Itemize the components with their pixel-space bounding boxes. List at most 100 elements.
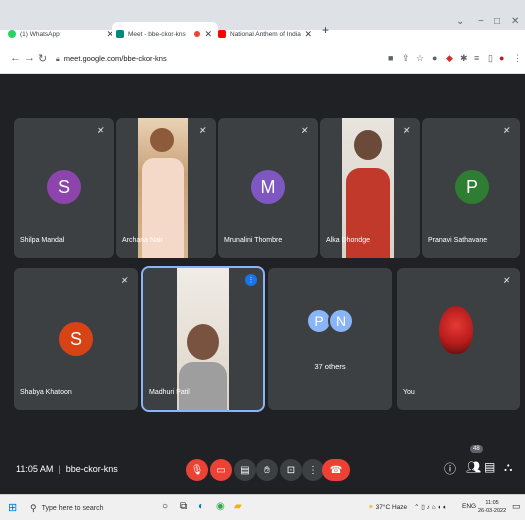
mic-muted-icon: ✕̸	[503, 276, 510, 285]
participant-tile[interactable]: ✕̸ M Mrunalini Thombre	[218, 118, 318, 258]
clock-date: 26-03-2022	[478, 508, 507, 514]
participant-tile[interactable]: ✕̸ S Shilpa Mandal	[14, 118, 114, 258]
camera-toggle-button[interactable]: ▭	[210, 459, 232, 481]
url-field[interactable]: 🔒︎ meet.google.com/bbe-ckor-kns	[56, 54, 167, 64]
meeting-time: 11:05 AM	[16, 464, 54, 474]
mic-muted-icon: ✕̸	[199, 126, 206, 135]
tab-whatsapp[interactable]: (1) WhatsApp ✕	[8, 22, 120, 46]
mic-muted-icon: ✕̸	[97, 126, 104, 135]
mic-off-icon: 🎙︎	[190, 464, 204, 476]
extension-red-icon[interactable]: ◆	[446, 53, 453, 64]
language-indicator[interactable]: ENG	[462, 503, 476, 510]
profile-avatar[interactable]: ●	[499, 53, 504, 63]
participant-name: You	[403, 389, 415, 396]
people-icon[interactable]: 👥︎	[466, 460, 481, 474]
meet-favicon-icon	[116, 30, 124, 38]
camera-off-icon: ▭	[216, 464, 226, 476]
activities-icon[interactable]: ⛬	[504, 460, 512, 475]
tab-search-chevron-icon[interactable]: ⌄	[456, 16, 464, 27]
share-icon[interactable]: ⇪	[402, 53, 410, 64]
address-bar: ← → ↻ 🔒︎ meet.google.com/bbe-ckor-kns ■ ⇪…	[0, 48, 525, 74]
body-shape	[179, 362, 227, 410]
media-control-icon[interactable]: ≡	[474, 53, 479, 63]
participant-tile[interactable]: ✕̸ Archana Nair	[116, 118, 216, 258]
tab-national-anthem[interactable]: National Anthem of India | 52 Se ✕	[218, 22, 318, 46]
present-icon: ⊡	[286, 464, 296, 476]
raise-hand-button[interactable]: ✋︎	[256, 459, 278, 481]
reload-icon[interactable]: ↻	[38, 52, 47, 65]
avatar: P	[455, 170, 489, 204]
face-shape	[150, 128, 174, 152]
participant-name: Madhuri Patil	[149, 389, 190, 396]
url-text: meet.google.com/bbe-ckor-kns	[63, 54, 167, 63]
hand-icon: ✋︎	[264, 464, 270, 476]
meet-stage: ✕̸ S Shilpa Mandal ✕̸ Archana Nair ✕̸ M …	[0, 74, 525, 494]
mic-muted-icon: ✕̸	[403, 126, 410, 135]
extensions-puzzle-icon[interactable]: ✱	[460, 53, 468, 64]
edge-icon[interactable]: ◐	[198, 501, 204, 512]
minimize-button[interactable]: −	[478, 16, 484, 27]
maximize-button[interactable]: □	[494, 16, 500, 27]
participants-count-badge: 48	[470, 445, 483, 453]
body-shape	[346, 168, 390, 258]
captions-icon: ▤	[240, 464, 250, 476]
notification-icon[interactable]: ▭	[512, 501, 521, 512]
search-placeholder: Type here to search	[41, 504, 104, 512]
browser-menu-icon[interactable]: ⋮	[513, 53, 522, 64]
more-options-button[interactable]: ⋮	[302, 459, 324, 481]
back-icon[interactable]: ←	[10, 52, 21, 64]
participant-name: Mrunalini Thombre	[224, 237, 283, 244]
present-button[interactable]: ⊡	[280, 459, 302, 481]
file-explorer-icon[interactable]: ▰	[234, 501, 242, 512]
clock-time: 11:05	[485, 500, 499, 506]
others-tile[interactable]: P N 37 others	[268, 268, 392, 410]
youtube-favicon-icon	[218, 30, 226, 38]
participant-tile-active-speaker[interactable]: ⋮ Madhuri Patil	[141, 266, 265, 412]
others-count-label: 37 others	[314, 362, 346, 371]
weather-text: 37°C Haze	[375, 504, 408, 511]
task-view-icon[interactable]: ⧉	[180, 501, 187, 512]
participant-tile[interactable]: ✕̸ S Shabya Khatoon	[14, 268, 138, 410]
weather-widget[interactable]: ☀︎ 37°C Haze	[368, 503, 407, 511]
meeting-details-icon[interactable]: ⓘ	[444, 460, 456, 477]
separator: |	[58, 464, 61, 474]
captions-button[interactable]: ▤	[234, 459, 256, 481]
tab-title: National Anthem of India | 52 Se	[230, 30, 302, 38]
avatar: S	[59, 322, 93, 356]
tab-meet[interactable]: Meet - bbe-ckor-kns ✕	[112, 22, 218, 46]
mic-toggle-button[interactable]: 🎙︎	[186, 459, 208, 481]
weather-icon: ☀︎	[368, 504, 374, 511]
bookmark-star-icon[interactable]: ☆	[416, 53, 424, 64]
close-tab-icon[interactable]: ✕	[204, 29, 212, 40]
new-tab-button[interactable]: +	[322, 23, 329, 37]
participant-name: Alka Dhondge	[326, 237, 370, 244]
participant-tile[interactable]: ✕̸ Alka Dhondge	[320, 118, 420, 258]
participant-name: Archana Nair	[122, 237, 163, 244]
forward-icon[interactable]: →	[24, 52, 35, 64]
cortana-icon[interactable]: ○	[162, 501, 168, 512]
meeting-info: 11:05 AM | bbe-ckor-kns	[16, 464, 118, 474]
whatsapp-favicon-icon	[8, 30, 16, 38]
participant-name: Pranavi Sathavane	[428, 237, 488, 244]
participant-tile[interactable]: ✕̸ P Pranavi Sathavane	[422, 118, 520, 258]
chat-icon[interactable]: ▤	[484, 460, 495, 474]
self-tile[interactable]: ✕̸ You	[397, 268, 520, 410]
face-shape	[354, 130, 382, 160]
rose-image	[439, 306, 473, 354]
avatar: M	[251, 170, 285, 204]
close-window-button[interactable]: ✕	[511, 16, 519, 27]
taskbar-search[interactable]: ⚲ Type here to search	[30, 499, 150, 517]
participant-name: Shilpa Mandal	[20, 237, 65, 244]
side-panel-icon[interactable]: ▯	[488, 53, 493, 64]
windows-start-icon[interactable]: ⊞	[8, 501, 17, 514]
extension-icon[interactable]: ●	[432, 53, 437, 63]
participant-name: Shabya Khatoon	[20, 389, 72, 396]
leave-call-button[interactable]: ☎︎	[322, 459, 350, 481]
camera-in-use-icon[interactable]: ■	[388, 53, 393, 63]
chrome-icon[interactable]: ◉	[216, 501, 225, 512]
close-tab-icon[interactable]: ✕	[304, 29, 312, 40]
phone-hangup-icon: ☎︎	[329, 464, 343, 476]
taskbar-clock[interactable]: 11:05 26-03-2022	[478, 499, 506, 515]
tray-icons[interactable]: ⌃ ▯ ♪ ⌂ ◖ 🔈︎	[414, 503, 447, 512]
speaking-indicator-icon: ⋮	[245, 274, 257, 286]
